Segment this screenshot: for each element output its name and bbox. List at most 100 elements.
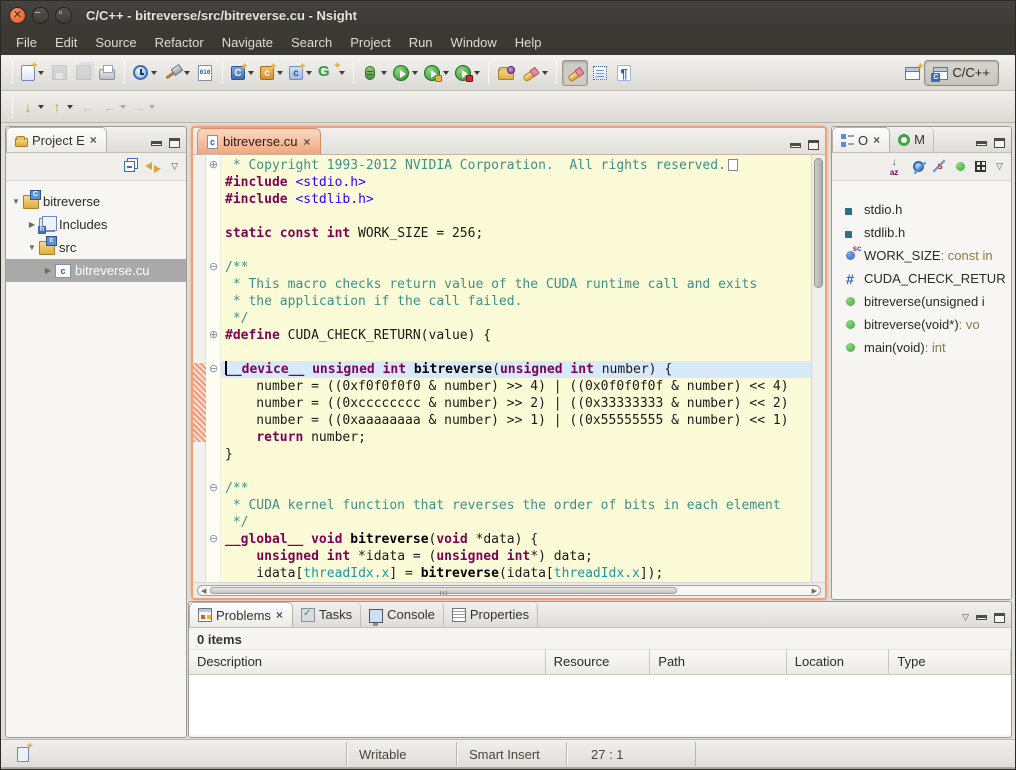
code-line[interactable]: number = ((0xcccccccc & number) >> 2) | … (225, 395, 811, 412)
tab-properties[interactable]: Properties (444, 602, 538, 627)
maximize-view-icon[interactable] (994, 613, 1005, 623)
code-line[interactable] (225, 463, 811, 480)
maximize-editor-icon[interactable] (808, 140, 819, 150)
search-button[interactable] (518, 60, 551, 86)
print-button[interactable] (95, 60, 119, 86)
code-line[interactable]: unsigned int *idata = (unsigned int*) da… (225, 548, 811, 565)
hide-inactive-code-icon[interactable] (975, 161, 986, 172)
outline-item-stdio-h[interactable]: stdio.h (832, 198, 1011, 221)
close-icon[interactable]: × (89, 133, 98, 147)
fold-collapse-icon[interactable]: ⊖ (207, 361, 220, 378)
tab-problems[interactable]: Problems× (189, 602, 293, 627)
menu-navigate[interactable]: Navigate (213, 31, 282, 54)
editor-status-icon[interactable] (17, 747, 29, 762)
column-header-path[interactable]: Path (650, 650, 787, 674)
column-header-location[interactable]: Location (787, 650, 890, 674)
close-icon[interactable]: × (302, 135, 311, 149)
code-line[interactable]: } (225, 446, 811, 463)
menu-help[interactable]: Help (506, 31, 551, 54)
open-perspective-button[interactable] (900, 60, 924, 86)
fold-collapse-icon[interactable]: ⊖ (207, 531, 220, 548)
sort-alphabetically-icon[interactable]: ↓az (885, 158, 903, 176)
minimize-view-icon[interactable] (151, 141, 162, 146)
save-button[interactable] (47, 60, 71, 86)
minimize-view-icon[interactable] (976, 615, 987, 620)
editor-horizontal-scrollbar[interactable]: ◀ ▶ (193, 582, 825, 598)
tree-item-bitreverse[interactable]: ▼bitreverse (6, 190, 186, 213)
expander-closed-icon[interactable]: ▶ (42, 266, 54, 275)
menu-refactor[interactable]: Refactor (146, 31, 213, 54)
block-selection-toggle[interactable] (588, 60, 612, 86)
save-all-button[interactable] (71, 60, 95, 86)
fold-expand-icon[interactable]: ⊕ (207, 157, 220, 174)
fold-expand-icon[interactable]: ⊕ (207, 327, 220, 344)
hide-non-public-icon[interactable] (956, 162, 965, 171)
fold-collapse-icon[interactable]: ⊖ (207, 480, 220, 497)
new-cpp-class-button[interactable]: c (257, 60, 286, 86)
code-line[interactable]: #include <stdlib.h> (225, 191, 811, 208)
back-button[interactable]: ← (100, 94, 129, 120)
new-wizard-button[interactable] (18, 60, 47, 86)
close-icon[interactable]: × (275, 608, 284, 622)
expander-closed-icon[interactable]: ▶ (26, 220, 38, 229)
window-maximize-button[interactable]: ▫ (55, 7, 72, 24)
code-line[interactable]: #include <stdio.h> (225, 174, 811, 191)
outline-item-bitreverse-void-[interactable]: bitreverse(void*) : vo (832, 313, 1011, 336)
debug-button[interactable] (359, 60, 390, 86)
column-header-type[interactable]: Type (889, 650, 1011, 674)
menu-source[interactable]: Source (86, 31, 145, 54)
previous-annotation-button[interactable]: ↑ (47, 94, 76, 120)
minimize-editor-icon[interactable] (790, 143, 801, 148)
column-header-description[interactable]: Description (189, 650, 546, 674)
show-whitespace-toggle[interactable]: ¶ (612, 60, 636, 86)
cpp-perspective-button[interactable]: C C/C++ (924, 60, 999, 86)
window-close-button[interactable]: ✕ (9, 7, 26, 24)
code-line[interactable]: return number; (225, 429, 811, 446)
code-line[interactable]: * Copyright 1993-2012 NVIDIA Corporation… (225, 157, 811, 174)
scroll-left-icon[interactable]: ◀ (201, 587, 206, 595)
tree-item-bitreverse-cu[interactable]: ▶bitreverse.cu (6, 259, 186, 282)
view-menu-icon[interactable]: ▽ (962, 612, 969, 623)
mark-occurrences-toggle[interactable] (562, 60, 588, 86)
code-line[interactable]: idata[threadIdx.x] = bitreverse(idata[th… (225, 565, 811, 582)
code-line[interactable]: * CUDA kernel function that reverses the… (225, 497, 811, 514)
code-editor[interactable]: * Copyright 1993-2012 NVIDIA Corporation… (221, 155, 811, 582)
code-line[interactable] (225, 242, 811, 259)
editor-vertical-scrollbar[interactable] (811, 155, 825, 582)
column-header-resource[interactable]: Resource (546, 650, 651, 674)
vertical-scrollbar-thumb[interactable] (814, 158, 823, 288)
profile-button[interactable] (130, 60, 160, 86)
code-line[interactable]: number = ((0xf0f0f0f0 & number) >> 4) | … (225, 378, 811, 395)
link-with-editor-icon[interactable] (145, 161, 161, 173)
tab-project-explorer[interactable]: Project E × (6, 127, 107, 152)
folding-ruler[interactable]: ⊕ ⊖ ⊕ ⊖ ⊖ ⊖ (206, 155, 221, 582)
menu-window[interactable]: Window (442, 31, 506, 54)
hide-fields-icon[interactable] (913, 161, 924, 172)
tab-editor-bitreverse[interactable]: bitreverse.cu × (197, 128, 321, 154)
run-button[interactable] (390, 60, 421, 86)
build-button[interactable] (160, 60, 193, 86)
tree-item-src[interactable]: ▼src (6, 236, 186, 259)
fold-collapse-icon[interactable]: ⊖ (207, 259, 220, 276)
menu-search[interactable]: Search (282, 31, 341, 54)
code-line[interactable]: /** (225, 259, 811, 276)
last-edit-location-button[interactable]: ← (76, 94, 100, 120)
code-line[interactable] (225, 344, 811, 361)
outline-item-bitreverse-unsigned-i[interactable]: bitreverse(unsigned i (832, 290, 1011, 313)
code-line[interactable]: */ (225, 514, 811, 531)
expander-open-icon[interactable]: ▼ (10, 197, 22, 206)
code-line[interactable]: * This macro checks return value of the … (225, 276, 811, 293)
window-minimize-button[interactable]: − (32, 7, 49, 24)
scroll-right-icon[interactable]: ▶ (812, 587, 817, 595)
view-menu-icon[interactable]: ▽ (996, 161, 1003, 172)
tree-item-includes[interactable]: ▶Includes (6, 213, 186, 236)
horizontal-scrollbar-thumb[interactable] (210, 587, 677, 594)
forward-button[interactable]: → (129, 94, 158, 120)
binary-view-button[interactable]: 010 (193, 60, 217, 86)
code-line[interactable]: __device__ unsigned int bitreverse(unsig… (221, 361, 811, 378)
code-line[interactable]: static const int WORK_SIZE = 256; (225, 225, 811, 242)
tab-outline[interactable]: O × (832, 127, 890, 152)
menu-project[interactable]: Project (341, 31, 399, 54)
view-menu-icon[interactable]: ▽ (171, 161, 178, 172)
tab-console[interactable]: Console (361, 602, 444, 627)
